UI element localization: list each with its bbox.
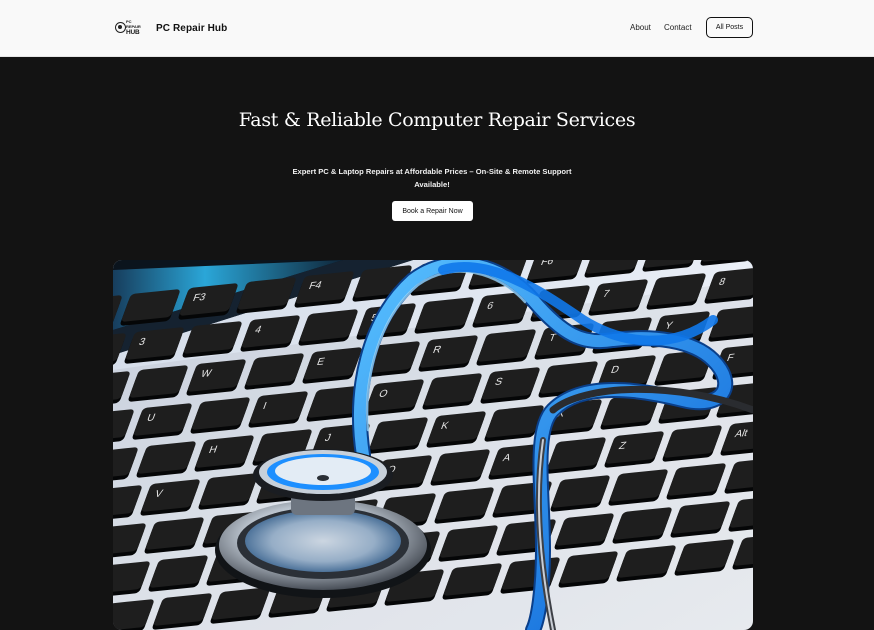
book-repair-button[interactable]: Book a Repair Now [392, 201, 473, 221]
logo[interactable]: PC REPAIR HUB [114, 18, 142, 38]
hero-title: Fast & Reliable Computer Repair Services [238, 109, 636, 131]
stethoscope-laptop-illustration: F2F3F4F5F623456789WERTYUIOSDFGHJKXCVBQAZ… [113, 260, 753, 630]
logo-gear-icon [115, 22, 126, 33]
brand-name[interactable]: PC Repair Hub [156, 23, 227, 34]
hero-image: F2F3F4F5F623456789WERTYUIOSDFGHJKXCVBQAZ… [113, 260, 753, 630]
brand[interactable]: PC REPAIR HUB PC Repair Hub [114, 17, 227, 39]
nav-contact-link[interactable]: Contact [664, 17, 692, 38]
hero-subtitle: Expert PC & Laptop Repairs at Affordable… [292, 167, 572, 189]
nav-about-link[interactable]: About [630, 17, 651, 38]
site-header: PC REPAIR HUB PC Repair Hub About Contac… [0, 0, 874, 57]
logo-line-3: HUB [126, 29, 140, 36]
all-posts-button[interactable]: All Posts [706, 17, 753, 38]
